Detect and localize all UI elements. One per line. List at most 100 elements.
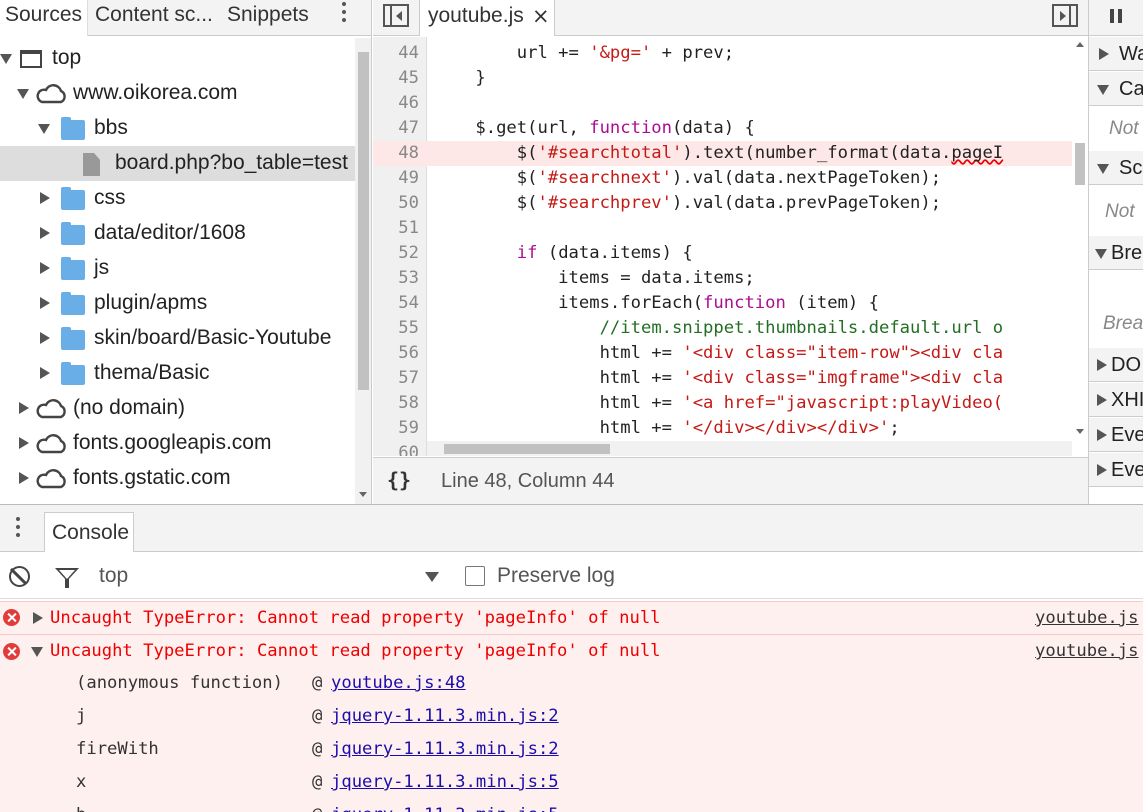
tab-console[interactable]: Console <box>44 512 134 552</box>
section-scope[interactable]: Sco <box>1089 151 1143 185</box>
tree-item-domain[interactable]: fonts.gstatic.com <box>0 461 355 496</box>
section-label: Eve <box>1111 459 1143 481</box>
tab-sources[interactable]: Sources <box>0 0 88 36</box>
code-line[interactable]: 56 html += '<div class="item-row"><div c… <box>373 341 1073 366</box>
tab-snippets[interactable]: Snippets <box>227 0 317 36</box>
tab-content-scripts-label: Content sc... <box>95 3 213 26</box>
code-line[interactable]: 45 } <box>373 66 1073 91</box>
expand-arrow-icon[interactable] <box>19 472 29 484</box>
debugger-toolbar <box>1089 0 1143 36</box>
code-line[interactable]: 54 items.forEach(function (item) { <box>373 291 1073 316</box>
expand-arrow-icon[interactable] <box>40 192 50 204</box>
tree-item-folder[interactable]: skin/board/Basic-Youtube <box>0 321 355 356</box>
expand-arrow-icon[interactable] <box>33 612 43 624</box>
expand-arrow-icon[interactable] <box>19 437 29 449</box>
code-line[interactable]: 49 $('#searchnext').val(data.nextPageTok… <box>373 166 1073 191</box>
code-line[interactable]: 50 $('#searchprev').val(data.prevPageTok… <box>373 191 1073 216</box>
section-label: Ca <box>1119 78 1143 100</box>
scroll-down-icon[interactable] <box>1076 429 1084 434</box>
stack-source-link[interactable]: jquery-1.11.3.min.js:2 <box>331 704 559 728</box>
tree-item-domain[interactable]: (no domain) <box>0 391 355 426</box>
code-line[interactable]: 47 $.get(url, function(data) { <box>373 116 1073 141</box>
tree-item-folder[interactable]: js <box>0 251 355 286</box>
context-select[interactable]: top <box>99 564 128 588</box>
pretty-print-icon[interactable]: {} <box>387 468 411 492</box>
section-note: Not <box>1109 118 1139 139</box>
expand-arrow-icon[interactable] <box>19 402 29 414</box>
expand-arrow-icon[interactable] <box>0 54 12 64</box>
expand-arrow-icon[interactable] <box>17 89 29 99</box>
stack-source-link[interactable]: jquery-1.11.3.min.js:2 <box>331 737 559 761</box>
console-error-message-expanded[interactable]: Uncaught TypeError: Cannot read property… <box>0 634 1143 812</box>
scroll-down-icon[interactable] <box>359 492 367 497</box>
editor-file-tab[interactable]: youtube.js × <box>419 0 555 36</box>
code-line[interactable]: 57 html += '<div class="imgframe"><div c… <box>373 366 1073 391</box>
code-editor[interactable]: 44 url += '&pg=' + prev; 45 } 46 47 $.ge… <box>373 37 1073 456</box>
pause-icon[interactable] <box>1110 9 1122 23</box>
code-line[interactable]: 55 //item.snippet.thumbnails.default.url… <box>373 316 1073 341</box>
code-horizontal-scrollbar[interactable] <box>427 441 1073 456</box>
code-line[interactable]: 46 <box>373 91 1073 116</box>
code-line-error[interactable]: 48 $('#searchtotal').text(number_format(… <box>373 141 1073 166</box>
collapse-arrow-icon[interactable] <box>31 647 43 657</box>
tree-item-folder[interactable]: plugin/apms <box>0 286 355 321</box>
stack-source-link[interactable]: jquery-1.11.3.min.js:5 <box>331 803 559 812</box>
error-source-link[interactable]: youtube.js <box>1035 639 1138 663</box>
preserve-log-checkbox[interactable] <box>465 566 485 586</box>
section-dom-breakpoints[interactable]: DO <box>1089 348 1143 382</box>
drawer-more-icon[interactable] <box>15 517 21 541</box>
code-line[interactable]: 58 html += '<a href="javascript:playVide… <box>373 391 1073 416</box>
error-source-link[interactable]: youtube.js <box>1035 606 1138 630</box>
tree-item-folder[interactable]: bbs <box>0 111 355 146</box>
code-line[interactable]: 52 if (data.items) { <box>373 241 1073 266</box>
code-line[interactable]: 53 items = data.items; <box>373 266 1073 291</box>
tree-item-folder[interactable]: thema/Basic <box>0 356 355 391</box>
expand-arrow-icon[interactable] <box>40 297 50 309</box>
navigator-more-icon[interactable] <box>341 2 347 26</box>
tree-item-domain[interactable]: www.oikorea.com <box>0 76 355 111</box>
console-toolbar: top Preserve log <box>0 553 1143 599</box>
toggle-navigator-icon[interactable] <box>383 4 409 27</box>
tree-item-top[interactable]: top <box>0 41 355 76</box>
folder-icon <box>61 222 85 245</box>
expand-arrow-icon <box>1097 429 1107 441</box>
close-tab-icon[interactable]: × <box>532 2 550 30</box>
tree-item-label: skin/board/Basic-Youtube <box>94 326 332 349</box>
tree-item-folder[interactable]: css <box>0 181 355 216</box>
section-breakpoints[interactable]: Brea <box>1089 236 1143 270</box>
preserve-log-label[interactable]: Preserve log <box>497 564 615 588</box>
code-horizontal-scroll-thumb[interactable] <box>444 444 610 454</box>
stack-source-link[interactable]: youtube.js:48 <box>331 671 466 695</box>
scroll-up-icon[interactable] <box>1076 42 1084 47</box>
toggle-debugger-icon[interactable] <box>1052 4 1078 27</box>
navigator-scroll-thumb[interactable] <box>358 52 369 390</box>
filter-icon[interactable] <box>55 568 79 588</box>
code-line[interactable]: 51 <box>373 216 1073 241</box>
code-line[interactable]: 59 html += '</div></div></div>'; <box>373 416 1073 441</box>
expand-arrow-icon[interactable] <box>40 367 50 379</box>
tab-content-scripts[interactable]: Content sc... <box>95 0 213 36</box>
expand-arrow-icon[interactable] <box>38 124 50 134</box>
stack-source-link[interactable]: jquery-1.11.3.min.js:5 <box>331 770 559 794</box>
expand-arrow-icon[interactable] <box>40 262 50 274</box>
tree-item-folder[interactable]: data/editor/1608 <box>0 216 355 251</box>
code-vertical-scrollbar[interactable] <box>1072 37 1088 456</box>
tree-item-file[interactable]: board.php?bo_table=test <box>0 146 355 181</box>
expand-arrow-icon[interactable] <box>40 332 50 344</box>
expand-arrow-icon[interactable] <box>40 227 50 239</box>
tree-item-domain[interactable]: fonts.googleapis.com <box>0 426 355 461</box>
code-line[interactable]: 44 url += '&pg=' + prev; <box>373 41 1073 66</box>
code-vertical-scroll-thumb[interactable] <box>1075 143 1085 185</box>
clear-console-icon[interactable] <box>9 566 30 587</box>
section-event-listeners[interactable]: Eve <box>1089 453 1143 487</box>
section-xhr-breakpoints[interactable]: XHI <box>1089 383 1143 417</box>
navigator-tabs: Sources Content sc... Snippets <box>0 0 371 36</box>
section-event-listener-breakpoints[interactable]: Eve <box>1089 418 1143 452</box>
chevron-down-icon[interactable] <box>425 572 439 582</box>
expand-arrow-icon <box>1097 394 1107 406</box>
code-text: items.forEach(function (item) { <box>434 293 879 313</box>
console-error-message[interactable]: Uncaught TypeError: Cannot read property… <box>0 601 1143 634</box>
section-watch[interactable]: Wa <box>1089 37 1143 71</box>
section-call-stack[interactable]: Ca <box>1089 72 1143 106</box>
navigator-scrollbar[interactable] <box>355 38 371 504</box>
